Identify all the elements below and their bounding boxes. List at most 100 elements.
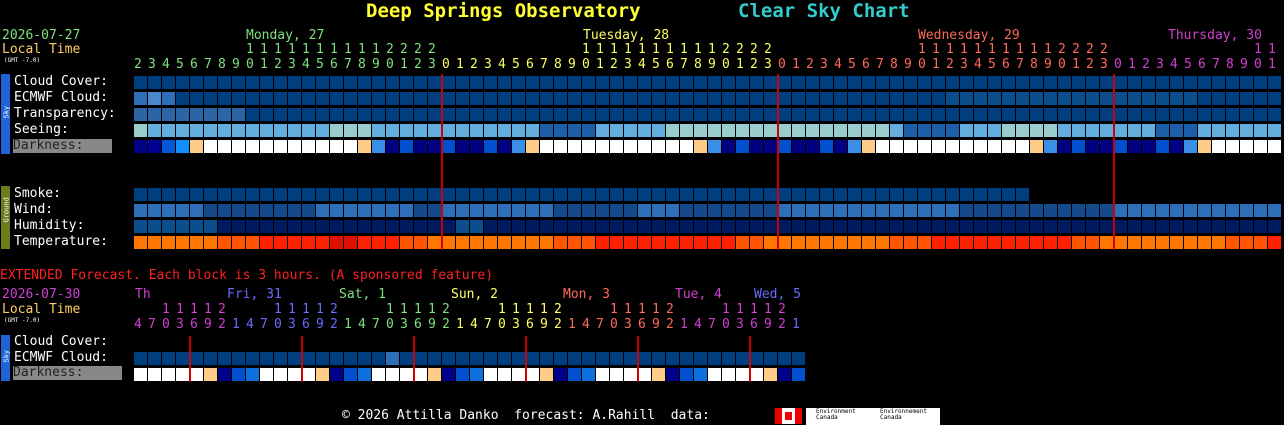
forecast-block[interactable] bbox=[330, 140, 343, 153]
forecast-block[interactable] bbox=[960, 236, 973, 249]
forecast-block[interactable] bbox=[694, 188, 707, 201]
forecast-block[interactable] bbox=[568, 220, 581, 233]
forecast-block[interactable] bbox=[316, 124, 329, 137]
forecast-block[interactable] bbox=[1268, 76, 1281, 89]
forecast-block[interactable] bbox=[862, 124, 875, 137]
forecast-block[interactable] bbox=[582, 108, 595, 121]
forecast-block[interactable] bbox=[470, 140, 483, 153]
forecast-block[interactable] bbox=[820, 92, 833, 105]
forecast-block[interactable] bbox=[526, 92, 539, 105]
forecast-block[interactable] bbox=[204, 140, 217, 153]
forecast-block[interactable] bbox=[610, 236, 623, 249]
forecast-block[interactable] bbox=[1226, 236, 1239, 249]
forecast-block[interactable] bbox=[582, 188, 595, 201]
forecast-block[interactable] bbox=[778, 220, 791, 233]
forecast-block[interactable] bbox=[218, 220, 231, 233]
forecast-block[interactable] bbox=[372, 220, 385, 233]
forecast-block[interactable] bbox=[442, 220, 455, 233]
forecast-block[interactable] bbox=[302, 124, 315, 137]
forecast-block[interactable] bbox=[750, 352, 763, 365]
forecast-block[interactable] bbox=[526, 108, 539, 121]
forecast-block[interactable] bbox=[134, 140, 147, 153]
forecast-block[interactable] bbox=[988, 92, 1001, 105]
forecast-block[interactable] bbox=[722, 124, 735, 137]
forecast-block[interactable] bbox=[1170, 108, 1183, 121]
forecast-block[interactable] bbox=[456, 124, 469, 137]
forecast-block[interactable] bbox=[428, 352, 441, 365]
forecast-block[interactable] bbox=[652, 140, 665, 153]
forecast-block[interactable] bbox=[1184, 76, 1197, 89]
forecast-block[interactable] bbox=[386, 92, 399, 105]
forecast-block[interactable] bbox=[918, 236, 931, 249]
forecast-block[interactable] bbox=[596, 76, 609, 89]
extended-heading[interactable]: EXTENDED Forecast. Each block is 3 hours… bbox=[0, 269, 493, 282]
forecast-block[interactable] bbox=[792, 92, 805, 105]
forecast-block[interactable] bbox=[806, 220, 819, 233]
forecast-block[interactable] bbox=[218, 140, 231, 153]
forecast-block[interactable] bbox=[1072, 220, 1085, 233]
forecast-block[interactable] bbox=[680, 220, 693, 233]
forecast-block[interactable] bbox=[1268, 204, 1281, 217]
forecast-block[interactable] bbox=[400, 76, 413, 89]
forecast-block[interactable] bbox=[526, 368, 539, 381]
forecast-block[interactable] bbox=[176, 352, 189, 365]
forecast-block[interactable] bbox=[316, 236, 329, 249]
forecast-block[interactable] bbox=[974, 76, 987, 89]
forecast-block[interactable] bbox=[904, 188, 917, 201]
forecast-block[interactable] bbox=[638, 220, 651, 233]
forecast-block[interactable] bbox=[652, 220, 665, 233]
forecast-block[interactable] bbox=[666, 204, 679, 217]
forecast-block[interactable] bbox=[1016, 124, 1029, 137]
forecast-block[interactable] bbox=[764, 368, 777, 381]
forecast-block[interactable] bbox=[946, 236, 959, 249]
forecast-block[interactable] bbox=[274, 140, 287, 153]
forecast-block[interactable] bbox=[484, 140, 497, 153]
forecast-block[interactable] bbox=[568, 124, 581, 137]
forecast-block[interactable] bbox=[820, 220, 833, 233]
forecast-block[interactable] bbox=[652, 188, 665, 201]
forecast-block[interactable] bbox=[624, 204, 637, 217]
forecast-block[interactable] bbox=[456, 140, 469, 153]
forecast-block[interactable] bbox=[638, 368, 651, 381]
forecast-block[interactable] bbox=[932, 236, 945, 249]
forecast-block[interactable] bbox=[414, 124, 427, 137]
forecast-block[interactable] bbox=[834, 140, 847, 153]
forecast-block[interactable] bbox=[1114, 76, 1127, 89]
forecast-block[interactable] bbox=[526, 204, 539, 217]
forecast-block[interactable] bbox=[1212, 236, 1225, 249]
forecast-block[interactable] bbox=[302, 76, 315, 89]
forecast-block[interactable] bbox=[358, 124, 371, 137]
forecast-block[interactable] bbox=[792, 368, 805, 381]
forecast-block[interactable] bbox=[372, 352, 385, 365]
forecast-block[interactable] bbox=[610, 92, 623, 105]
forecast-block[interactable] bbox=[806, 188, 819, 201]
forecast-block[interactable] bbox=[1156, 204, 1169, 217]
forecast-block[interactable] bbox=[582, 124, 595, 137]
forecast-block[interactable] bbox=[288, 188, 301, 201]
forecast-block[interactable] bbox=[820, 124, 833, 137]
forecast-block[interactable] bbox=[302, 188, 315, 201]
forecast-block[interactable] bbox=[498, 76, 511, 89]
forecast-block[interactable] bbox=[1044, 204, 1057, 217]
forecast-block[interactable] bbox=[358, 220, 371, 233]
forecast-block[interactable] bbox=[680, 368, 693, 381]
forecast-block[interactable] bbox=[470, 204, 483, 217]
forecast-block[interactable] bbox=[820, 108, 833, 121]
forecast-block[interactable] bbox=[582, 76, 595, 89]
forecast-block[interactable] bbox=[568, 204, 581, 217]
forecast-block[interactable] bbox=[596, 220, 609, 233]
forecast-block[interactable] bbox=[708, 236, 721, 249]
forecast-block[interactable] bbox=[148, 140, 161, 153]
forecast-block[interactable] bbox=[890, 76, 903, 89]
forecast-block[interactable] bbox=[960, 204, 973, 217]
forecast-block[interactable] bbox=[526, 140, 539, 153]
forecast-block[interactable] bbox=[428, 92, 441, 105]
forecast-block[interactable] bbox=[1002, 236, 1015, 249]
forecast-block[interactable] bbox=[1086, 108, 1099, 121]
forecast-block[interactable] bbox=[568, 352, 581, 365]
forecast-block[interactable] bbox=[386, 236, 399, 249]
forecast-block[interactable] bbox=[176, 204, 189, 217]
forecast-block[interactable] bbox=[610, 368, 623, 381]
forecast-block[interactable] bbox=[330, 188, 343, 201]
forecast-block[interactable] bbox=[568, 140, 581, 153]
